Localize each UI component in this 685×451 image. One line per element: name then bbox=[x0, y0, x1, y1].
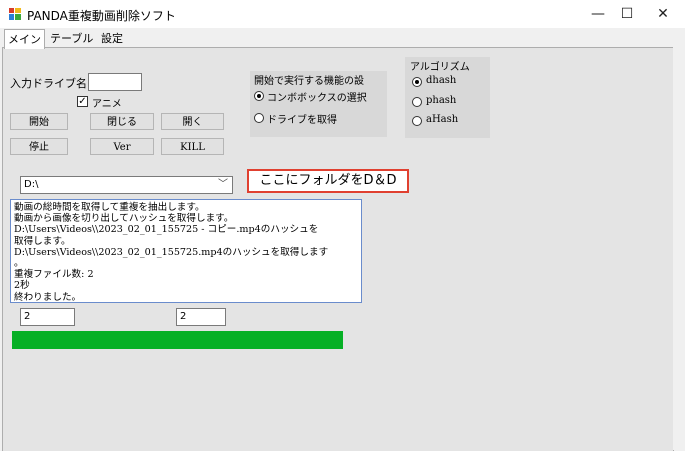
radio-get-drive-label: ドライブを取得 bbox=[267, 115, 337, 126]
radio-dhash[interactable] bbox=[412, 77, 422, 87]
stop-button[interactable]: 停止 bbox=[10, 138, 68, 155]
window-title: PANDA重複動画削除ソフト bbox=[27, 9, 176, 23]
anime-checkbox[interactable]: ✓ bbox=[77, 96, 88, 107]
radio-phash[interactable] bbox=[412, 97, 422, 107]
anime-checkbox-label: アニメ bbox=[92, 99, 122, 110]
open-button[interactable]: 開く bbox=[161, 113, 224, 130]
algorithm-group-title: アルゴリズム bbox=[410, 62, 470, 73]
radio-ahash-label: aHash bbox=[426, 114, 459, 125]
log-textbox[interactable]: 動画の総時間を取得して重複を抽出します。 動画から画像を切り出してハッシュを取得… bbox=[10, 199, 362, 303]
ver-button[interactable]: Ver bbox=[90, 138, 154, 155]
drive-label: 入力ドライブ名: bbox=[10, 77, 91, 90]
progress-fill bbox=[12, 331, 343, 349]
close-action-button[interactable]: 閉じる bbox=[90, 113, 154, 130]
tab-main[interactable]: メイン bbox=[4, 29, 45, 49]
app-icon bbox=[9, 8, 21, 20]
close-button[interactable]: ✕ bbox=[640, 0, 685, 28]
folder-combobox[interactable]: D:\ ﹀ bbox=[20, 176, 233, 194]
radio-phash-label: phash bbox=[426, 95, 457, 106]
folder-combobox-value: D:\ bbox=[24, 179, 39, 190]
radio-get-drive[interactable] bbox=[254, 113, 264, 123]
count-field-right[interactable]: 2 bbox=[176, 308, 226, 326]
start-button[interactable]: 開始 bbox=[10, 113, 68, 130]
startup-group-title: 開始で実行する機能の設 bbox=[254, 76, 364, 87]
count-field-left[interactable]: 2 bbox=[20, 308, 75, 326]
tab-settings[interactable]: 設定 bbox=[98, 31, 126, 47]
radio-combobox[interactable] bbox=[254, 91, 264, 101]
chevron-down-icon[interactable]: ﹀ bbox=[218, 177, 228, 193]
kill-button[interactable]: KILL bbox=[161, 138, 224, 155]
radio-dhash-label: dhash bbox=[426, 75, 457, 86]
radio-ahash[interactable] bbox=[412, 116, 422, 126]
drop-zone-hint[interactable]: ここにフォルダをD＆D bbox=[247, 169, 409, 193]
panel-gutter bbox=[673, 47, 685, 450]
progress-bar bbox=[12, 331, 343, 349]
radio-combobox-label: コンボボックスの選択 bbox=[267, 93, 367, 104]
tab-table[interactable]: テーブル bbox=[47, 31, 96, 47]
drive-input[interactable] bbox=[88, 73, 142, 91]
